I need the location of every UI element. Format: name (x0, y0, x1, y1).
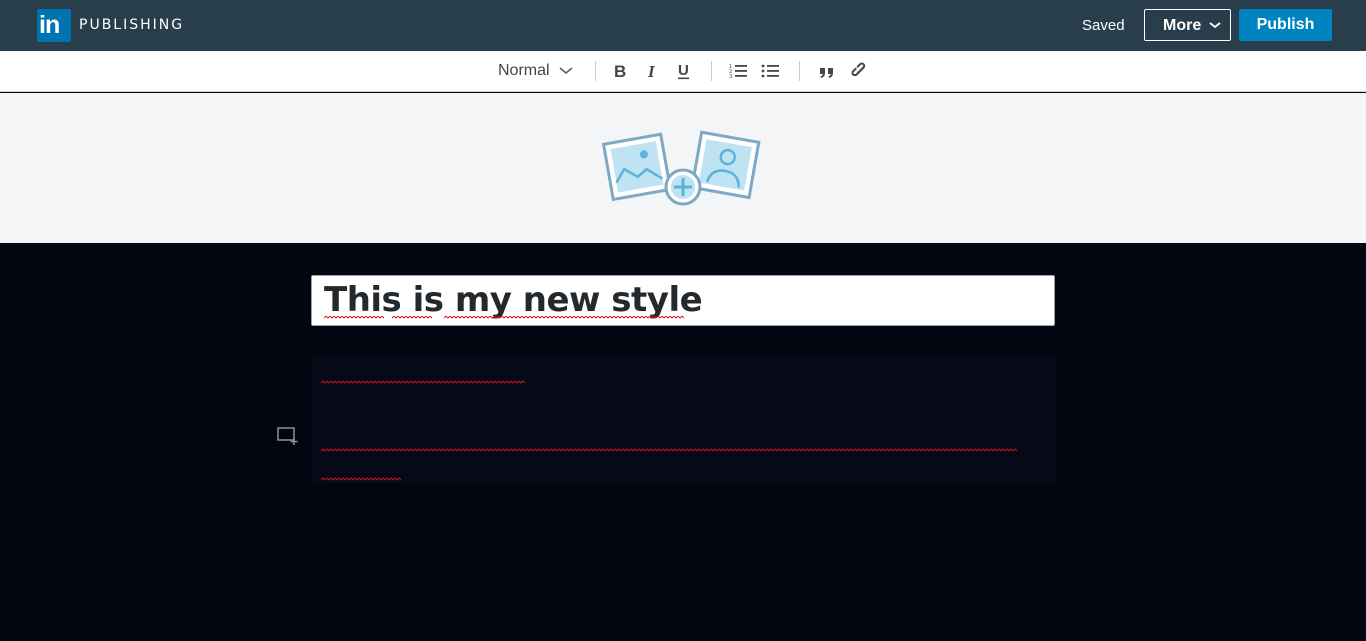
svg-text:U: U (678, 62, 689, 79)
insert-media-icon[interactable] (277, 427, 299, 445)
more-button-label: More (1163, 17, 1202, 34)
top-navigation-bar: in PUBLISHING Saved More Publish (0, 0, 1366, 51)
numbered-list-icon[interactable]: 1 2 3 (729, 62, 747, 80)
formatting-toolbar: Normal B I U 1 2 3 (0, 51, 1366, 92)
cover-image-area[interactable] (0, 93, 1366, 243)
svg-text:I: I (647, 62, 656, 80)
spellcheck-underline (444, 316, 684, 319)
headline-input[interactable]: This is my new style (311, 275, 1055, 326)
publishing-brand-label: PUBLISHING (79, 17, 185, 33)
svg-text:B: B (614, 62, 626, 80)
italic-icon[interactable]: I (643, 62, 661, 80)
toolbar-divider (799, 61, 800, 81)
paragraph-style-value: Normal (498, 62, 550, 79)
save-status: Saved (1082, 17, 1125, 34)
paragraph-style-dropdown[interactable]: Normal (498, 61, 578, 81)
toolbar-divider (595, 61, 596, 81)
bulleted-list-icon[interactable] (761, 62, 779, 80)
publish-button-label: Publish (1256, 16, 1315, 33)
spellcheck-underline (392, 316, 432, 319)
chevron-down-icon (1209, 22, 1221, 29)
underline-icon[interactable]: U (675, 62, 693, 80)
bold-icon[interactable]: B (611, 62, 629, 80)
quote-icon[interactable] (818, 62, 836, 80)
chevron-down-icon (559, 67, 573, 75)
article-body-editor[interactable] (311, 356, 1056, 484)
add-cover-image-icon[interactable] (600, 129, 764, 211)
spellcheck-underline (324, 316, 384, 319)
spellcheck-marks (320, 380, 1018, 481)
publish-button[interactable]: Publish (1239, 9, 1332, 41)
logo-text: in (39, 11, 60, 39)
linkedin-logo[interactable]: in (37, 9, 71, 42)
link-icon[interactable] (851, 62, 869, 80)
svg-text:3: 3 (729, 74, 732, 80)
more-button[interactable]: More (1144, 9, 1231, 41)
toolbar-divider (711, 61, 712, 81)
